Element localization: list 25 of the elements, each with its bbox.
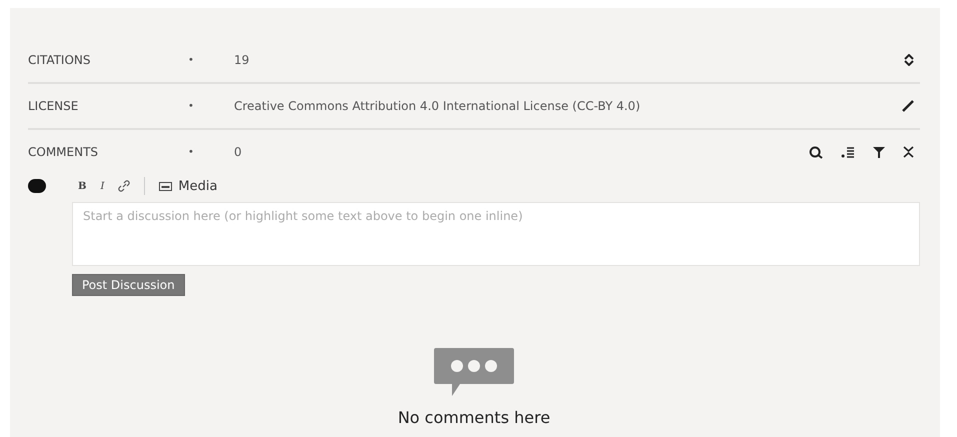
- bold-button[interactable]: B: [78, 180, 86, 192]
- bullet: •: [188, 100, 195, 112]
- filter-icon[interactable]: [873, 146, 885, 158]
- sort-list-icon[interactable]: [841, 146, 855, 158]
- field-label: LICENSE: [28, 99, 80, 113]
- link-icon[interactable]: [118, 180, 130, 192]
- bullet: •: [188, 146, 195, 158]
- field-value: Creative Commons Attribution 4.0 International License (CC-BY 4.0): [234, 99, 642, 113]
- collapse-icon[interactable]: [903, 146, 914, 158]
- italic-button[interactable]: I: [100, 180, 104, 192]
- field-label: CITATIONS: [28, 53, 92, 67]
- field-value: 19: [234, 53, 250, 67]
- pencil-icon[interactable]: [902, 100, 914, 112]
- post-discussion-button[interactable]: Post Discussion: [72, 274, 185, 296]
- field-value: 0: [234, 145, 243, 159]
- sort-icon[interactable]: [904, 54, 914, 66]
- speech-bubble-icon: [434, 348, 514, 398]
- discussion-field[interactable]: Start a discussion here (or highlight some text above to begin one inline): [72, 202, 920, 266]
- avatar-icon: [28, 179, 46, 193]
- empty-state-message: No comments here: [398, 408, 550, 427]
- bullet: •: [188, 54, 195, 66]
- field-label: COMMENTS: [28, 145, 100, 159]
- search-icon[interactable]: [809, 146, 823, 158]
- image-icon: [159, 182, 172, 190]
- media-button[interactable]: Media: [159, 178, 218, 194]
